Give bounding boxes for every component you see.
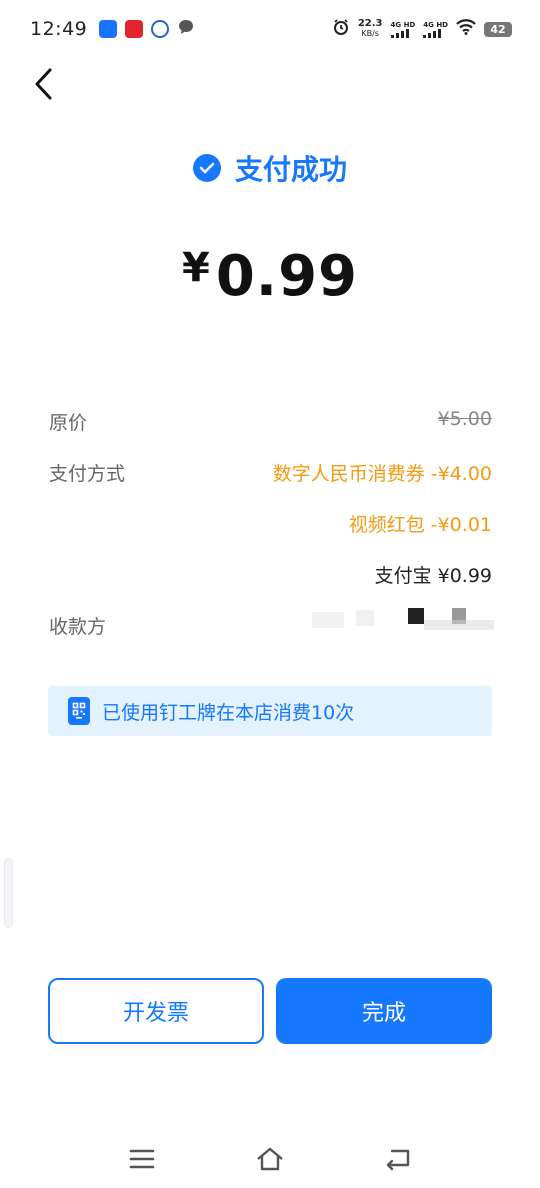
- back-button[interactable]: [26, 64, 62, 104]
- amount-value: 0.99: [215, 244, 358, 309]
- payment-method-row-3: 支付宝 ¥0.99: [49, 561, 492, 589]
- payee-row: 收款方: [49, 608, 494, 640]
- system-nav-bar: [0, 1130, 540, 1188]
- app-red-icon: [125, 20, 144, 38]
- payment-method-row: 支付方式 数字人民币消费券 -¥4.00: [49, 459, 492, 487]
- sim1-signal: 4G HD: [390, 21, 415, 38]
- side-handle[interactable]: [4, 858, 13, 928]
- original-price-value: ¥5.00: [437, 408, 492, 430]
- payment-method-label: 支付方式: [49, 463, 126, 485]
- original-price-row: 原价 ¥5.00: [49, 408, 492, 436]
- signal-icon: [423, 28, 442, 38]
- wifi-icon: [456, 19, 476, 39]
- page-title: 支付成功: [234, 153, 347, 186]
- payee-label: 收款方: [49, 616, 107, 638]
- red-packet-discount: 视频红包 -¥0.01: [348, 514, 492, 536]
- battery-icon: 42: [484, 21, 512, 37]
- app-blue-circle-icon: [151, 20, 170, 38]
- status-bar: 12:49 22.3 KB/s 4G HD 4G HD 42: [0, 0, 540, 58]
- done-button[interactable]: 完成: [276, 978, 492, 1044]
- signal-icon: [390, 28, 409, 38]
- paid-amount: ¥0.99: [0, 244, 540, 309]
- home-nav-button[interactable]: [250, 1139, 290, 1179]
- success-title: 支付成功: [0, 148, 540, 188]
- return-icon: [386, 1149, 410, 1171]
- voucher-discount: 数字人民币消费券 -¥4.00: [272, 463, 492, 485]
- usage-info-bar: 已使用钉工牌在本店消费10次: [48, 686, 492, 736]
- payee-name-redacted: [312, 608, 494, 634]
- check-circle-icon: [192, 154, 221, 182]
- payment-success-page: 12:49 22.3 KB/s 4G HD 4G HD 42 支付成功 ¥ 0.…: [0, 0, 540, 1188]
- alipay-amount: 支付宝 ¥0.99: [374, 565, 492, 587]
- network-speed: 22.3 KB/s: [357, 18, 383, 39]
- menu-nav-button[interactable]: [122, 1139, 162, 1179]
- home-icon: [257, 1147, 283, 1171]
- sim2-signal: 4G HD: [423, 21, 448, 38]
- menu-icon: [129, 1149, 155, 1169]
- status-time: 12:49: [30, 18, 88, 40]
- back-nav-button[interactable]: [378, 1139, 418, 1179]
- badge-card-icon: [68, 697, 90, 725]
- payment-method-row-2: 视频红包 -¥0.01: [49, 510, 492, 538]
- message-bubble-icon: [177, 18, 195, 40]
- chevron-left-icon: [35, 68, 52, 100]
- usage-info-text: 已使用钉工牌在本店消费10次: [102, 701, 355, 724]
- app-blue-icon: [99, 20, 118, 38]
- alarm-icon: [332, 18, 350, 40]
- invoice-button[interactable]: 开发票: [48, 978, 264, 1044]
- currency-symbol: ¥: [181, 245, 210, 291]
- original-price-label: 原价: [49, 412, 88, 434]
